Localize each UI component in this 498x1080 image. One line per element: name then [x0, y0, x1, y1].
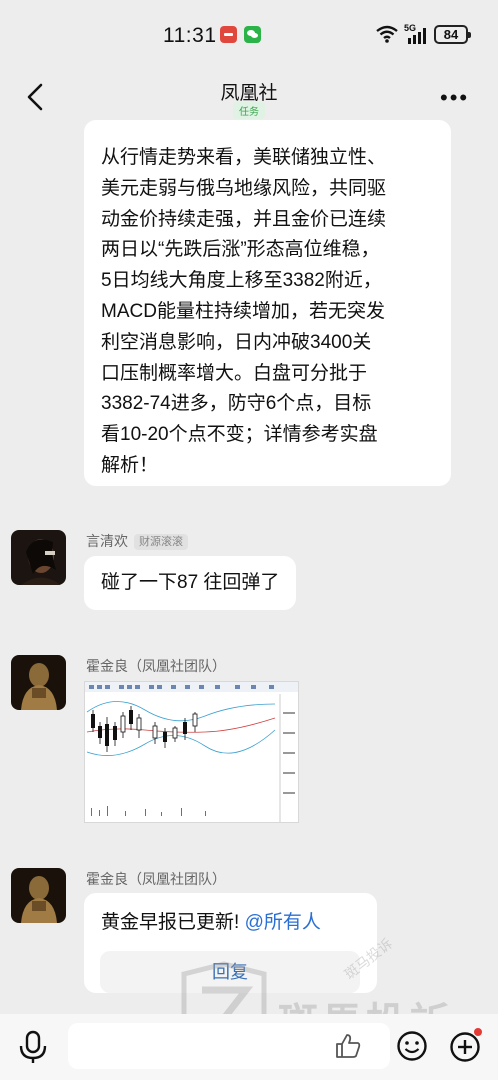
battery-indicator: 84 [434, 25, 471, 44]
status-bar: 11:31 5G 84 [0, 0, 498, 70]
notification-app-icon [220, 26, 237, 43]
chat-title: 凤凰社 [220, 83, 278, 104]
sender-name: 言清欢 [86, 533, 128, 549]
signal-icon [408, 28, 426, 44]
message-line: 动金价持续走强，并且金价已连续 [101, 208, 387, 230]
voice-icon[interactable] [18, 1030, 48, 1064]
message-bubble[interactable]: 碰了一下87 往回弹了 [84, 556, 297, 610]
message-line: 口压制概率增大。白盘可分批于 [101, 362, 368, 384]
chat-tag[interactable]: 任务 [233, 102, 265, 119]
like-icon[interactable] [334, 1032, 362, 1060]
message-line: 3382-74进多，防守6个点，目标 [101, 393, 372, 415]
message-line: 看10-20个点不变；详情参考实盘 [101, 424, 378, 446]
message-line: 利空消息影响，日内冲破3400关 [101, 331, 372, 353]
message-line: 从行情走势来看，美联储独立性、 [101, 147, 387, 168]
sender-name-row: 言清欢 财源滚滚 [86, 531, 188, 551]
plus-icon[interactable] [448, 1028, 484, 1064]
avatar[interactable] [11, 655, 66, 710]
message-line: 美元走弱与俄乌地缘风险，共同驱 [101, 177, 387, 199]
reply-button[interactable]: 回复 [100, 951, 360, 993]
message-line: 5日均线大角度上移至3382附近， [101, 270, 382, 292]
emoji-icon[interactable] [396, 1030, 428, 1062]
avatar[interactable] [11, 868, 66, 923]
message-line: 解析！ [101, 454, 159, 476]
message-line: 两日以“先跌后涨”形态高位维稳， [101, 239, 380, 261]
message-line: MACD能量柱持续增加，若无突发 [101, 300, 385, 322]
more-icon[interactable]: ••• [440, 87, 469, 109]
wifi-icon [376, 25, 398, 43]
input-bar [0, 1014, 498, 1080]
sender-name: 霍金良（凤凰社团队） [86, 658, 226, 674]
message-text: 黄金早报已更新! [101, 912, 245, 933]
chart-image-message[interactable] [84, 681, 299, 823]
mention-all-link[interactable]: @所有人 [245, 912, 321, 933]
sender-badge: 财源滚滚 [134, 534, 188, 550]
wechat-notification-icon [244, 26, 261, 43]
sender-name: 霍金良（凤凰社团队） [86, 871, 226, 887]
avatar[interactable] [11, 530, 66, 585]
message-input[interactable] [68, 1023, 390, 1069]
status-time: 11:31 [163, 24, 217, 47]
message-bubble-analysis[interactable]: 从行情走势来看，美联储独立性、 美元走弱与俄乌地缘风险，共同驱 动金价持续走强，… [84, 120, 451, 486]
